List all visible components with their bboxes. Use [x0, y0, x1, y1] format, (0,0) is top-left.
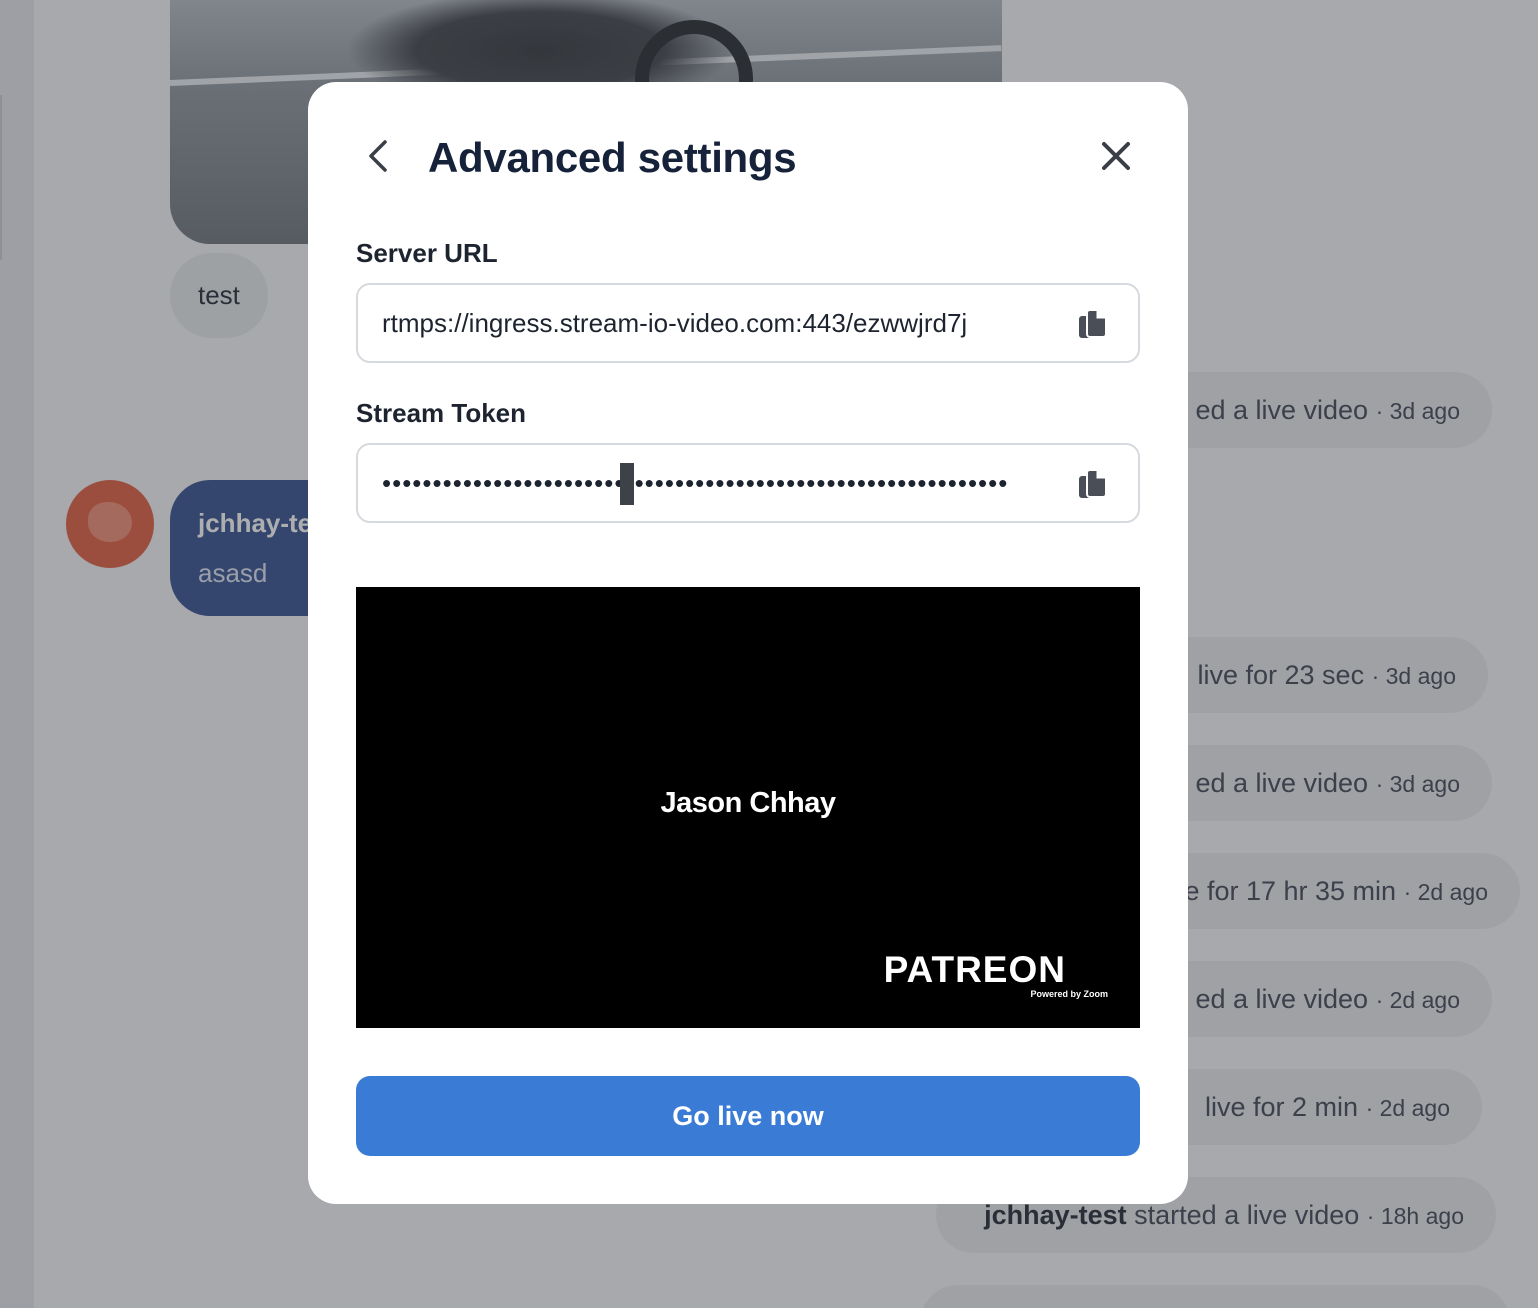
- go-live-now-button[interactable]: Go live now: [356, 1076, 1140, 1156]
- patreon-logo: PATREON: [883, 949, 1066, 990]
- server-url-field: [356, 283, 1140, 363]
- video-preview: Jason Chhay PATREON Powered by Zoom: [356, 587, 1140, 1028]
- back-button[interactable]: [356, 134, 400, 178]
- close-icon: [1102, 142, 1130, 170]
- stream-token-field: [356, 443, 1140, 523]
- chevron-left-icon: [369, 140, 387, 172]
- stream-token-input[interactable]: [382, 445, 1052, 521]
- powered-by-label: Powered by Zoom: [1030, 989, 1108, 999]
- server-url-label: Server URL: [356, 238, 498, 268]
- dialog-title: Advanced settings: [428, 134, 797, 181]
- server-url-input[interactable]: [382, 285, 1052, 361]
- stream-token-label: Stream Token: [356, 398, 527, 428]
- copy-icon[interactable]: [1076, 467, 1110, 501]
- advanced-settings-dialog: Advanced settings Server URL Stream Toke…: [308, 82, 1188, 1204]
- preview-participant-name: Jason Chhay: [660, 787, 837, 819]
- close-button[interactable]: [1094, 134, 1138, 178]
- copy-icon[interactable]: [1076, 307, 1110, 341]
- text-cursor: [620, 463, 634, 505]
